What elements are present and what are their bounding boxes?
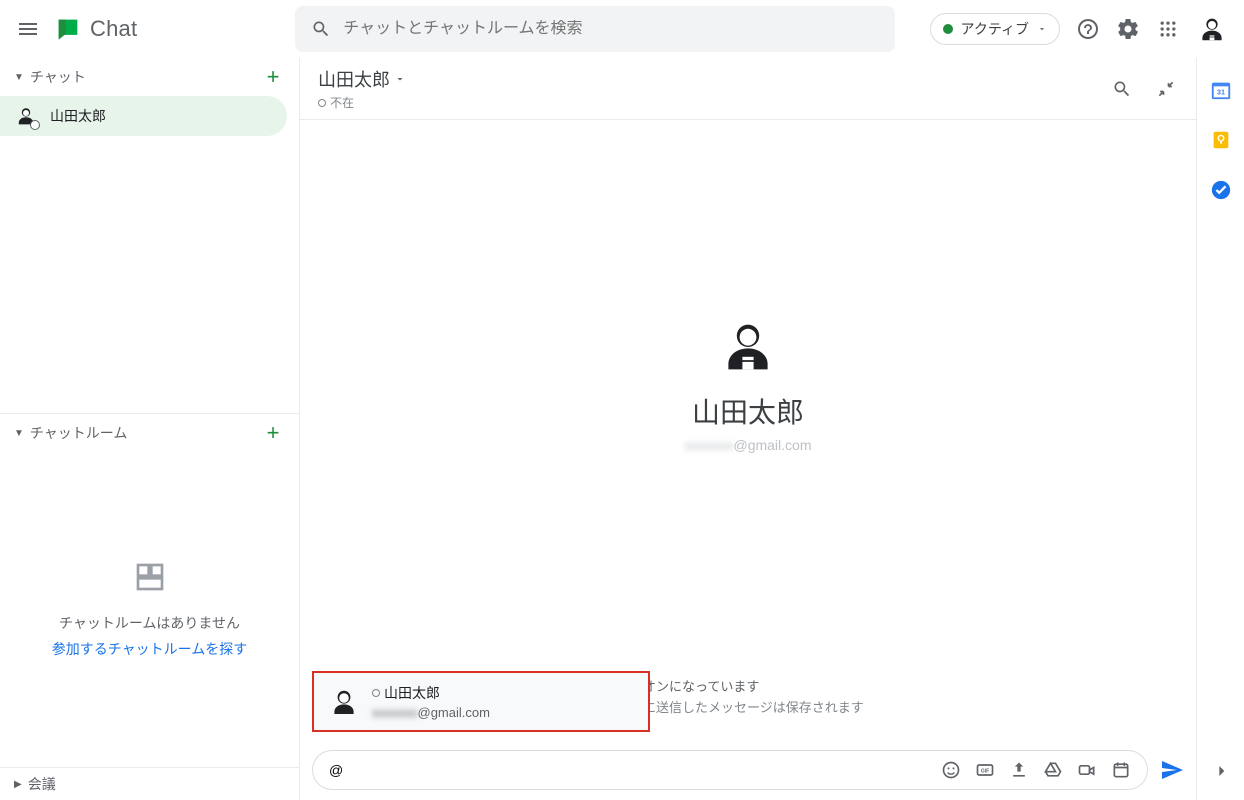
video-call-icon[interactable] [1077,760,1097,780]
profile-avatar [720,319,776,375]
upload-icon[interactable] [1009,760,1029,780]
profile-block: 山田太郎 xxxxxxx@gmail.com [684,319,811,453]
rooms-find-link[interactable]: 参加するチャットルームを探す [52,639,247,659]
sidebar-rooms-header[interactable]: ▼ チャットルーム + [0,414,299,452]
send-button[interactable] [1160,758,1184,782]
composer-row: GIF [300,740,1196,800]
calendar-icon[interactable] [1111,760,1131,780]
presence-away-icon [318,99,326,107]
profile-name: 山田太郎 [684,391,811,431]
calendar-app-icon[interactable]: 31 [1209,78,1233,102]
caret-down-icon: ▼ [14,72,24,83]
search-bar[interactable] [295,6,895,52]
rooms-empty-text: チャットルームはありません [59,613,240,633]
chat-header-status: 不在 [330,94,354,111]
sidebar-section-chat: ▼ チャット + 山田太郎 [0,58,299,413]
top-bar: Chat アクティブ [0,0,1244,58]
mention-avatar [328,686,360,718]
svg-text:GIF: GIF [981,769,989,775]
sidebar-chat-title: チャット [30,67,261,87]
status-label: アクティブ [961,19,1029,39]
search-icon [311,19,331,39]
sidebar-meet-title: 会議 [28,774,285,794]
main-layout: ▼ チャット + 山田太郎 ▼ チャットルーム + チャットルームはありません [0,58,1244,800]
caret-down-icon: ▼ [14,428,24,439]
menu-icon[interactable] [16,17,40,41]
tasks-app-icon[interactable] [1209,178,1233,202]
chevron-down-icon[interactable] [394,73,406,85]
caret-right-icon: ▶ [14,779,22,790]
mention-popup: 山田太郎 xxxxxxx@gmail.com [312,671,650,732]
mention-name: 山田太郎 [384,683,440,703]
contact-name: 山田太郎 [50,106,106,126]
compose-input[interactable] [329,762,941,778]
help-icon[interactable] [1076,17,1100,41]
account-avatar[interactable] [1196,13,1228,45]
emoji-icon[interactable] [941,760,961,780]
search-in-chat-icon[interactable] [1110,77,1134,101]
status-dot [943,24,953,34]
profile-email: xxxxxxx@gmail.com [684,437,811,453]
chevron-down-icon [1037,24,1047,34]
sidebar-chat-item[interactable]: 山田太郎 [0,96,287,136]
keep-app-icon[interactable] [1209,128,1233,152]
gear-icon[interactable] [1116,17,1140,41]
chat-header-name: 山田太郎 [318,66,390,92]
mention-suggestion[interactable]: 山田太郎 xxxxxxx@gmail.com [314,673,648,730]
add-chat-button[interactable]: + [261,64,285,90]
sidebar-chat-header[interactable]: ▼ チャット + [0,58,299,96]
status-button[interactable]: アクティブ [930,13,1060,45]
topbar-right: アクティブ [930,13,1228,45]
gif-icon[interactable]: GIF [975,760,995,780]
rail-collapse-icon[interactable] [1211,761,1231,786]
compose-box[interactable]: GIF [312,750,1148,790]
app-logo[interactable]: Chat [54,15,137,43]
contact-avatar [14,104,38,128]
search-input[interactable] [343,20,879,38]
rooms-empty-icon [134,561,166,593]
app-name: Chat [90,16,137,42]
add-room-button[interactable]: + [261,420,285,446]
sidebar-section-meet: ▶ 会議 [0,767,299,800]
drive-icon[interactable] [1043,760,1063,780]
apps-icon[interactable] [1156,17,1180,41]
mention-email: xxxxxxx@gmail.com [372,705,490,720]
svg-text:31: 31 [1216,88,1224,97]
sidebar: ▼ チャット + 山田太郎 ▼ チャットルーム + チャットルームはありません [0,58,300,800]
rooms-empty-state: チャットルームはありません 参加するチャットルームを探す [0,452,299,767]
chat-pane: 山田太郎 不在 [300,58,1196,800]
chat-body: 山田太郎 xxxxxxx@gmail.com [300,120,1196,652]
right-rail: 31 [1196,58,1244,800]
collapse-icon[interactable] [1154,77,1178,101]
sidebar-meet-header[interactable]: ▶ 会議 [0,768,299,800]
chat-header: 山田太郎 不在 [300,58,1196,120]
presence-away-icon [372,689,380,697]
presence-away-icon [30,120,40,130]
sidebar-section-rooms: ▼ チャットルーム + チャットルームはありません 参加するチャットルームを探す [0,413,299,767]
sidebar-rooms-title: チャットルーム [30,423,261,443]
